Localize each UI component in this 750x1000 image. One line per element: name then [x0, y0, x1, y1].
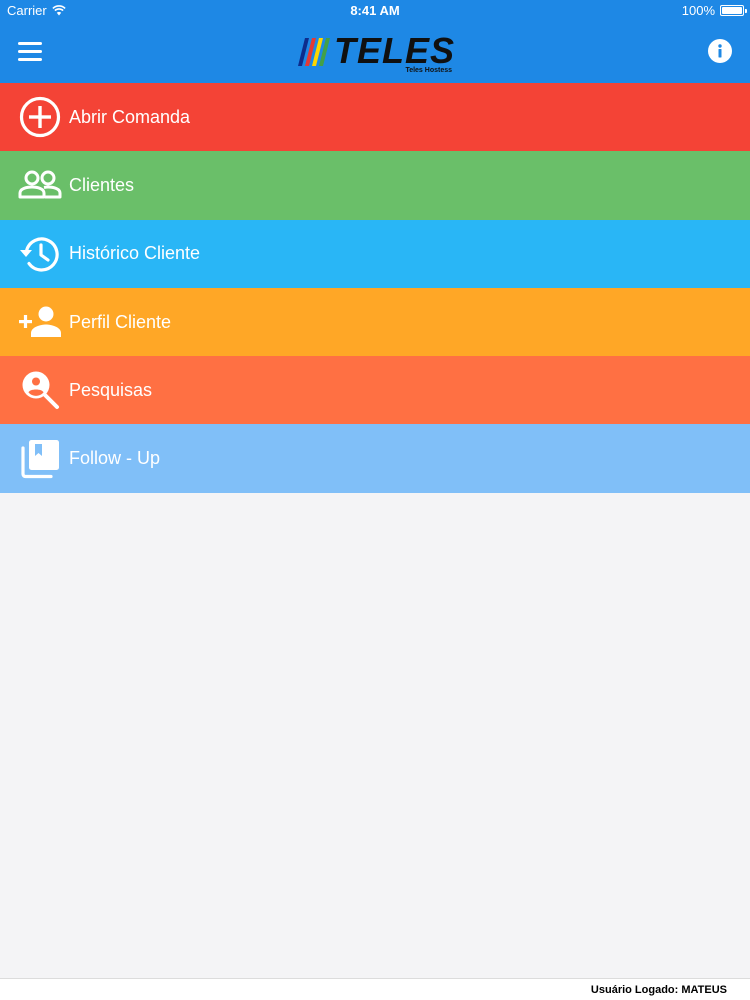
add-circle-icon [19, 97, 61, 138]
menu-list: Abrir Comanda Clientes Histórico Cliente… [0, 83, 750, 493]
footer: Usuário Logado: MATEUS [0, 978, 750, 1000]
teles-logo: TELES Teles Hostess [298, 30, 458, 76]
add-person-icon [19, 306, 61, 338]
status-time: 8:41 AM [350, 3, 400, 18]
menu-item-clientes[interactable]: Clientes [0, 151, 750, 220]
logo-text: TELES [334, 30, 456, 71]
menu-item-historico-cliente[interactable]: Histórico Cliente [0, 219, 750, 288]
battery-icon [720, 5, 747, 16]
nav-bar: TELES Teles Hostess [0, 20, 750, 83]
logo-stripes-icon [298, 38, 330, 66]
menu-item-follow-up[interactable]: Follow - Up [0, 424, 750, 493]
hamburger-icon[interactable] [14, 37, 46, 65]
menu-item-label: Pesquisas [69, 379, 153, 400]
menu-item-perfil-cliente[interactable]: Perfil Cliente [0, 287, 750, 357]
battery-group: 100% [681, 3, 747, 18]
menu-item-abrir-comanda[interactable]: Abrir Comanda [0, 83, 750, 152]
people-icon [18, 170, 62, 199]
menu-item-label: Follow - Up [69, 448, 161, 469]
history-icon [20, 237, 59, 272]
menu-item-label: Abrir Comanda [69, 106, 191, 127]
status-bar: Carrier 8:41 AM 100% [0, 0, 750, 20]
info-icon[interactable] [708, 39, 732, 63]
menu-item-label: Perfil Cliente [69, 311, 172, 332]
menu-item-label: Histórico Cliente [69, 243, 201, 264]
library-book-icon [21, 439, 59, 478]
menu-item-label: Clientes [69, 174, 135, 195]
battery-label: 100% [681, 3, 715, 18]
person-search-icon [22, 371, 59, 410]
menu-item-pesquisas[interactable]: Pesquisas [0, 356, 750, 425]
logo-subtitle: Teles Hostess [405, 67, 452, 74]
logged-user-label: Usuário Logado: MATEUS [590, 984, 727, 996]
